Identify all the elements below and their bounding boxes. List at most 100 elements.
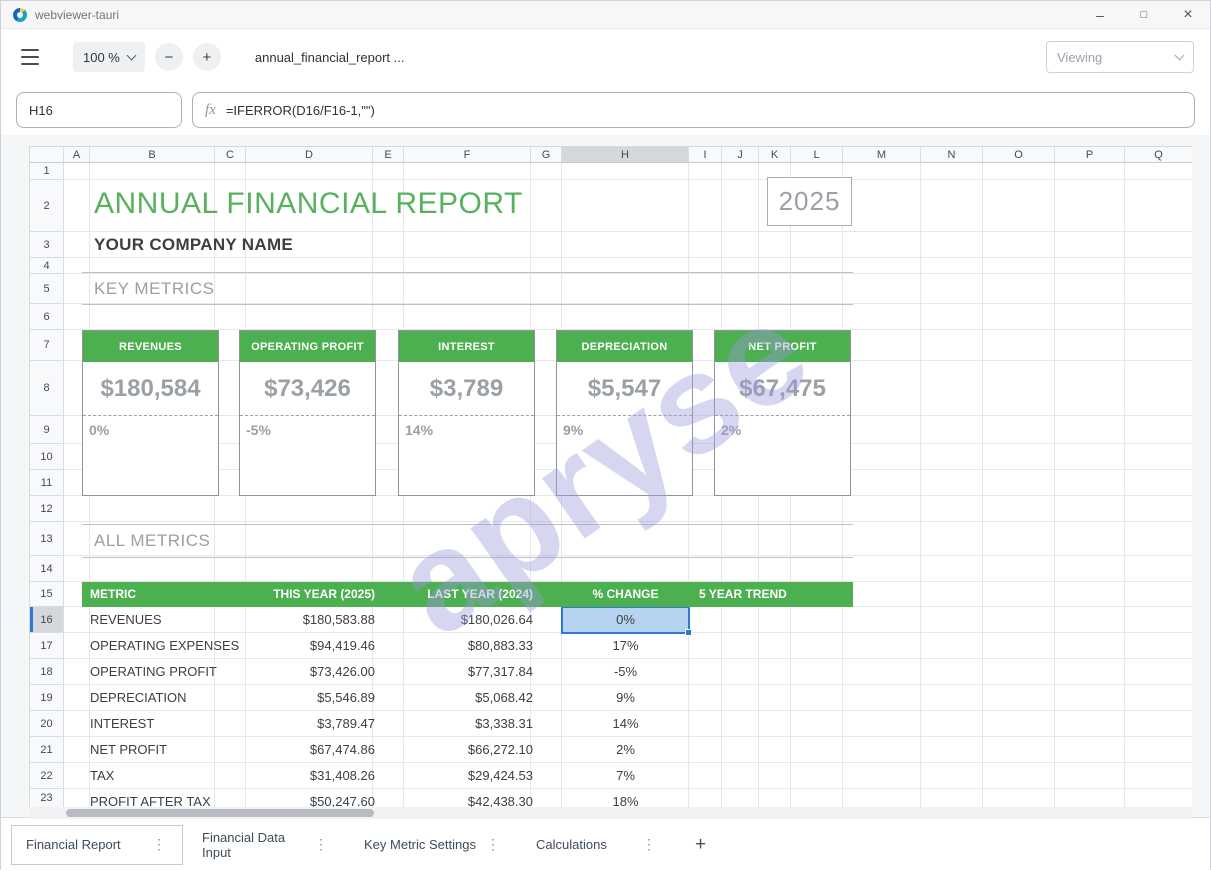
cell-P6[interactable] [1055, 304, 1125, 330]
cell-D5[interactable] [246, 274, 373, 304]
cell-N4[interactable] [921, 258, 983, 274]
cell-A3[interactable] [64, 232, 90, 258]
cell-G4[interactable] [531, 258, 562, 274]
cell-L6[interactable] [791, 304, 843, 330]
cell-J4[interactable] [722, 258, 759, 274]
cell-D4[interactable] [246, 258, 373, 274]
hamburger-menu-icon[interactable] [17, 48, 43, 66]
cell-reference-input[interactable] [16, 92, 182, 128]
cell-I22[interactable] [689, 763, 722, 789]
cell-M16[interactable] [843, 607, 921, 633]
cell-N8[interactable] [921, 361, 983, 416]
cell-J18[interactable] [722, 659, 759, 685]
cell-H6[interactable] [562, 304, 689, 330]
column-header-N[interactable]: N [921, 147, 983, 163]
cell-N16[interactable] [921, 607, 983, 633]
cell-F7[interactable] [404, 330, 531, 361]
cell-D23[interactable] [246, 789, 373, 807]
cell-K7[interactable] [759, 330, 791, 361]
cell-C16[interactable] [215, 607, 246, 633]
cell-C22[interactable] [215, 763, 246, 789]
cell-C6[interactable] [215, 304, 246, 330]
cell-D18[interactable] [246, 659, 373, 685]
cell-M2[interactable] [843, 180, 921, 232]
cell-E8[interactable] [373, 361, 404, 416]
cell-C14[interactable] [215, 556, 246, 582]
cell-N18[interactable] [921, 659, 983, 685]
cell-L21[interactable] [791, 737, 843, 763]
column-header-H[interactable]: H [562, 147, 689, 163]
cell-K17[interactable] [759, 633, 791, 659]
cell-N6[interactable] [921, 304, 983, 330]
cell-Q10[interactable] [1125, 444, 1192, 470]
cell-H16[interactable] [562, 607, 689, 633]
cell-G1[interactable] [531, 163, 562, 180]
cell-O20[interactable] [983, 711, 1055, 737]
cell-Q20[interactable] [1125, 711, 1192, 737]
cell-N9[interactable] [921, 416, 983, 444]
cell-G7[interactable] [531, 330, 562, 361]
cell-H2[interactable] [562, 180, 689, 232]
column-header-E[interactable]: E [373, 147, 404, 163]
cell-F5[interactable] [404, 274, 531, 304]
cell-I16[interactable] [689, 607, 722, 633]
cell-E7[interactable] [373, 330, 404, 361]
cell-O21[interactable] [983, 737, 1055, 763]
cell-J14[interactable] [722, 556, 759, 582]
cell-L2[interactable] [791, 180, 843, 232]
cell-C17[interactable] [215, 633, 246, 659]
cell-N10[interactable] [921, 444, 983, 470]
tab-menu-icon[interactable]: ⋮ [312, 836, 330, 853]
cell-L3[interactable] [791, 232, 843, 258]
zoom-out-button[interactable]: − [155, 43, 183, 71]
cell-F4[interactable] [404, 258, 531, 274]
sheet-tab-key-metric-settings[interactable]: Key Metric Settings ⋮ [349, 825, 517, 865]
cell-E14[interactable] [373, 556, 404, 582]
cell-K6[interactable] [759, 304, 791, 330]
cell-N5[interactable] [921, 274, 983, 304]
cell-A16[interactable] [64, 607, 90, 633]
column-header-D[interactable]: D [246, 147, 373, 163]
cell-E10[interactable] [373, 444, 404, 470]
cell-K13[interactable] [759, 522, 791, 556]
cell-H3[interactable] [562, 232, 689, 258]
cell-D16[interactable] [246, 607, 373, 633]
column-header-I[interactable]: I [689, 147, 722, 163]
cell-M18[interactable] [843, 659, 921, 685]
cell-P22[interactable] [1055, 763, 1125, 789]
cell-Q3[interactable] [1125, 232, 1192, 258]
cell-I6[interactable] [689, 304, 722, 330]
cell-L22[interactable] [791, 763, 843, 789]
cell-N12[interactable] [921, 496, 983, 522]
cell-J16[interactable] [722, 607, 759, 633]
cell-E9[interactable] [373, 416, 404, 444]
cell-I20[interactable] [689, 711, 722, 737]
cell-G20[interactable] [531, 711, 562, 737]
cell-A22[interactable] [64, 763, 90, 789]
cell-C12[interactable] [215, 496, 246, 522]
cell-D15[interactable] [246, 582, 373, 607]
cell-N17[interactable] [921, 633, 983, 659]
horizontal-scrollbar[interactable] [29, 807, 1192, 819]
cell-O22[interactable] [983, 763, 1055, 789]
cell-A19[interactable] [64, 685, 90, 711]
cell-A1[interactable] [64, 163, 90, 180]
cell-A8[interactable] [64, 361, 90, 416]
cell-M4[interactable] [843, 258, 921, 274]
cell-D21[interactable] [246, 737, 373, 763]
cell-I4[interactable] [689, 258, 722, 274]
select-all-corner[interactable] [30, 147, 64, 163]
cell-E6[interactable] [373, 304, 404, 330]
cell-O16[interactable] [983, 607, 1055, 633]
cell-I3[interactable] [689, 232, 722, 258]
cell-G18[interactable] [531, 659, 562, 685]
cell-Q4[interactable] [1125, 258, 1192, 274]
cell-I21[interactable] [689, 737, 722, 763]
cell-C3[interactable] [215, 232, 246, 258]
cell-H19[interactable] [562, 685, 689, 711]
cell-O11[interactable] [983, 470, 1055, 496]
column-header-J[interactable]: J [722, 147, 759, 163]
column-header-A[interactable]: A [64, 147, 90, 163]
row-header-8[interactable]: 8 [30, 361, 64, 416]
cell-F16[interactable] [404, 607, 531, 633]
